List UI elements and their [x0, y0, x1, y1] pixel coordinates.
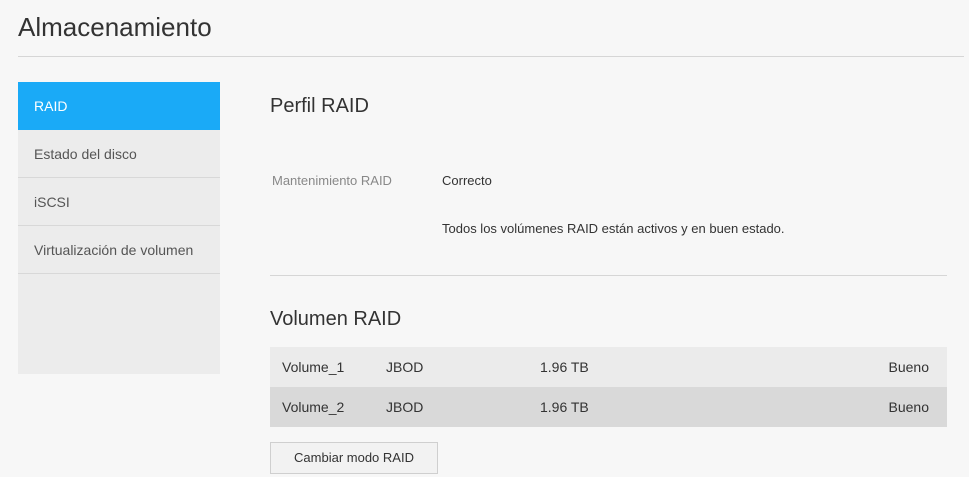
raid-maintenance-description: Todos los volúmenes RAID están activos y…: [442, 221, 785, 236]
sidebar-item-raid[interactable]: RAID: [18, 82, 220, 130]
volume-name: Volume_2: [282, 399, 345, 415]
storage-page: Almacenamiento RAID Estado del disco iSC…: [0, 0, 969, 477]
sidebar: RAID Estado del disco iSCSI Virtualizaci…: [18, 82, 220, 374]
sidebar-item-iscsi[interactable]: iSCSI: [18, 178, 220, 226]
sidebar-item-label: RAID: [34, 98, 68, 114]
raid-volume-title: Volumen RAID: [270, 308, 402, 330]
raid-profile-title: Perfil RAID: [270, 95, 369, 117]
sidebar-item-volume-virtualization[interactable]: Virtualización de volumen: [18, 226, 220, 274]
raid-maintenance-value: Correcto: [442, 173, 492, 188]
volume-name: Volume_1: [282, 359, 345, 375]
sidebar-item-label: Estado del disco: [34, 146, 137, 162]
section-divider: [270, 275, 947, 276]
raid-volume-table: Volume_1 JBOD 1.96 TB Bueno Volume_2 JBO…: [270, 347, 947, 427]
raid-maintenance-label: Mantenimiento RAID: [272, 173, 392, 188]
volume-status: Bueno: [888, 399, 929, 415]
sidebar-item-label: Virtualización de volumen: [34, 242, 194, 258]
change-raid-mode-button[interactable]: Cambiar modo RAID: [270, 442, 438, 474]
page-title: Almacenamiento: [18, 12, 212, 42]
title-divider: [18, 56, 964, 57]
sidebar-item-label: iSCSI: [34, 194, 70, 210]
table-row[interactable]: Volume_1 JBOD 1.96 TB Bueno: [270, 347, 947, 387]
volume-type: JBOD: [386, 359, 424, 375]
volume-type: JBOD: [386, 399, 424, 415]
volume-size: 1.96 TB: [540, 399, 589, 415]
table-row[interactable]: Volume_2 JBOD 1.96 TB Bueno: [270, 387, 947, 427]
volume-size: 1.96 TB: [540, 359, 589, 375]
sidebar-item-disk-status[interactable]: Estado del disco: [18, 130, 220, 178]
volume-status: Bueno: [888, 359, 929, 375]
